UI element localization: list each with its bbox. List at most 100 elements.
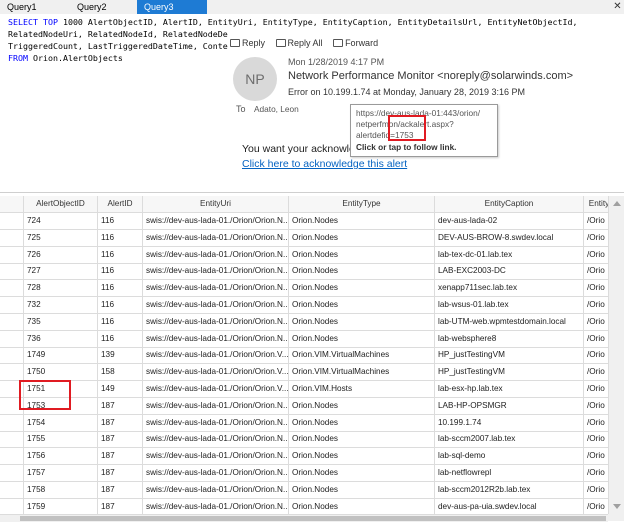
row-selector[interactable] [0, 229, 24, 247]
table-cell: lab-UTM-web.wpmtestdomain.local [435, 313, 584, 331]
table-row[interactable]: 1757 187 swis://dev-aus-lada-01./Orion/Ori… [0, 465, 608, 482]
table-cell: 1756 [24, 448, 98, 466]
table-cell: Orion.Nodes [289, 229, 435, 247]
table-row[interactable]: 728 116 swis://dev-aus-lada-01./Orion/Orio… [0, 280, 608, 298]
tooltip-hint: Click or tap to follow link. [356, 142, 457, 152]
table-cell: Orion.Nodes [289, 498, 435, 514]
horizontal-scroll-thumb[interactable] [20, 516, 606, 521]
table-row[interactable]: 1759 187 swis://dev-aus-lada-01./Orion/Ori… [0, 498, 608, 514]
row-selector[interactable] [0, 313, 24, 331]
forward-button[interactable]: Forward [333, 38, 378, 48]
row-selector[interactable] [0, 414, 24, 432]
sql-token: RelatedNodeUri, RelatedNodeId, RelatedNo… [8, 29, 228, 39]
email-body-text: You want your acknowleg [242, 143, 361, 155]
sql-line: RelatedNodeUri, RelatedNodeId, RelatedNo… [8, 28, 228, 40]
table-row[interactable]: 1755 187 swis://dev-aus-lada-01./Orion/Ori… [0, 431, 608, 449]
table-cell: Orion.Nodes [289, 263, 435, 281]
table-cell: Orion.Nodes [289, 330, 435, 348]
table-row[interactable]: 1758 187 swis://dev-aus-lada-01./Orion/Ori… [0, 481, 608, 499]
table-cell: 724 [24, 213, 98, 230]
reply-button[interactable]: Reply [230, 38, 265, 48]
column-header[interactable]: EntityUri [143, 196, 289, 213]
email-subject: Error on 10.199.1.74 at Monday, January … [288, 87, 525, 97]
table-row[interactable]: 1751 149 swis://dev-aus-lada-01./Orion/Ori… [0, 381, 608, 398]
table-cell: 139 [98, 347, 143, 365]
table-row[interactable]: 735 116 swis://dev-aus-lada-01./Orion/Orio… [0, 313, 608, 331]
tab-label: Query3 [144, 2, 174, 12]
row-selector[interactable] [0, 263, 24, 281]
table-row[interactable]: 1750 158 swis://dev-aus-lada-01./Orion/Ori… [0, 364, 608, 382]
row-selector[interactable] [0, 481, 24, 499]
table-cell: /Orio [587, 333, 605, 343]
row-selector[interactable] [0, 330, 24, 348]
acknowledge-alert-link[interactable]: Click here to acknowledge this alert [242, 158, 407, 170]
column-header[interactable]: EntityCaption [435, 196, 584, 213]
table-cell: /Orio [587, 484, 605, 494]
table-row[interactable]: 736 116 swis://dev-aus-lada-01./Orion/Orio… [0, 330, 608, 348]
query-tab-bar: Query1 Query2 Query3 ✕ [0, 0, 624, 15]
reply-icon [230, 39, 240, 47]
sql-keyword: FROM [8, 53, 28, 63]
table-cell: 1749 [24, 347, 98, 365]
table-row[interactable]: 1754 187 swis://dev-aus-lada-01./Orion/Ori… [0, 414, 608, 432]
reply-all-icon [275, 39, 286, 47]
table-row[interactable]: 725 116 swis://dev-aus-lada-01./Orion/Orio… [0, 229, 608, 247]
table-cell: 1757 [24, 465, 98, 482]
row-selector[interactable] [0, 347, 24, 365]
table-cell: swis://dev-aus-lada-01./Orion/Orion.V... [143, 347, 289, 365]
table-cell: /Orio [587, 451, 605, 461]
email-toolbar: Reply Reply All Forward [230, 38, 386, 48]
table-cell: Orion.Nodes [289, 280, 435, 298]
column-header[interactable]: Entity [584, 196, 608, 213]
table-cell: swis://dev-aus-lada-01./Orion/Orion.N... [143, 297, 289, 314]
table-cell: /Orio [587, 417, 605, 427]
vertical-scrollbar[interactable] [608, 196, 624, 514]
tab-query2[interactable]: Query2 [70, 0, 128, 14]
scroll-down-icon[interactable] [613, 504, 621, 509]
row-selector[interactable] [0, 280, 24, 298]
table-cell: Orion.Nodes [289, 213, 435, 230]
row-selector[interactable] [0, 364, 24, 382]
close-tab-icon[interactable]: ✕ [611, 0, 624, 14]
table-row[interactable]: 727 116 swis://dev-aus-lada-01./Orion/Orio… [0, 263, 608, 281]
table-row[interactable]: 1756 187 swis://dev-aus-lada-01./Orion/Ori… [0, 448, 608, 466]
row-header-corner [0, 196, 24, 213]
table-cell: /Orio [587, 501, 605, 511]
table-cell: 116 [98, 313, 143, 331]
table-cell: /Orio [587, 434, 605, 444]
column-header[interactable]: AlertID [98, 196, 143, 213]
row-selector[interactable] [0, 431, 24, 449]
row-selector[interactable] [0, 498, 24, 514]
table-cell: swis://dev-aus-lada-01./Orion/Orion.N... [143, 414, 289, 432]
column-header[interactable]: EntityType [289, 196, 435, 213]
forward-label: Forward [345, 38, 379, 48]
table-cell: 1759 [24, 498, 98, 514]
table-cell: Orion.Nodes [289, 448, 435, 466]
table-row[interactable]: 724 116 swis://dev-aus-lada-01./Orion/Orio… [0, 213, 608, 230]
table-cell: 187 [98, 414, 143, 432]
table-cell: 116 [98, 213, 143, 230]
table-cell: 736 [24, 330, 98, 348]
email-from: Network Performance Monitor <noreply@sol… [288, 70, 574, 82]
table-cell: /Orio [587, 316, 605, 326]
table-row[interactable]: 1753 187 swis://dev-aus-lada-01./Orion/Ori… [0, 397, 608, 415]
tab-query1[interactable]: Query1 [0, 0, 70, 14]
row-selector[interactable] [0, 448, 24, 466]
row-selector[interactable] [0, 297, 24, 314]
table-cell: /Orio [587, 232, 605, 242]
row-selector[interactable] [0, 246, 24, 264]
sender-avatar: NP [233, 57, 277, 101]
scroll-up-icon[interactable] [613, 201, 621, 206]
reply-all-button[interactable]: Reply All [275, 38, 323, 48]
results-grid: AlertObjectID AlertID EntityUri EntityType E… [0, 196, 608, 514]
sql-line: SELECT TOP 1000 AlertObjectID, AlertID, … [8, 16, 577, 28]
column-header[interactable]: AlertObjectID [24, 196, 98, 213]
table-cell: swis://dev-aus-lada-01./Orion/Orion.N... [143, 448, 289, 466]
to-label: To [236, 104, 246, 114]
row-selector[interactable] [0, 213, 24, 230]
row-selector[interactable] [0, 465, 24, 482]
table-row[interactable]: 732 116 swis://dev-aus-lada-01./Orion/Orio… [0, 297, 608, 314]
table-row[interactable]: 726 116 swis://dev-aus-lada-01./Orion/Orio… [0, 246, 608, 264]
table-row[interactable]: 1749 139 swis://dev-aus-lada-01./Orion/Ori… [0, 347, 608, 365]
tab-query3[interactable]: Query3 [137, 0, 207, 14]
